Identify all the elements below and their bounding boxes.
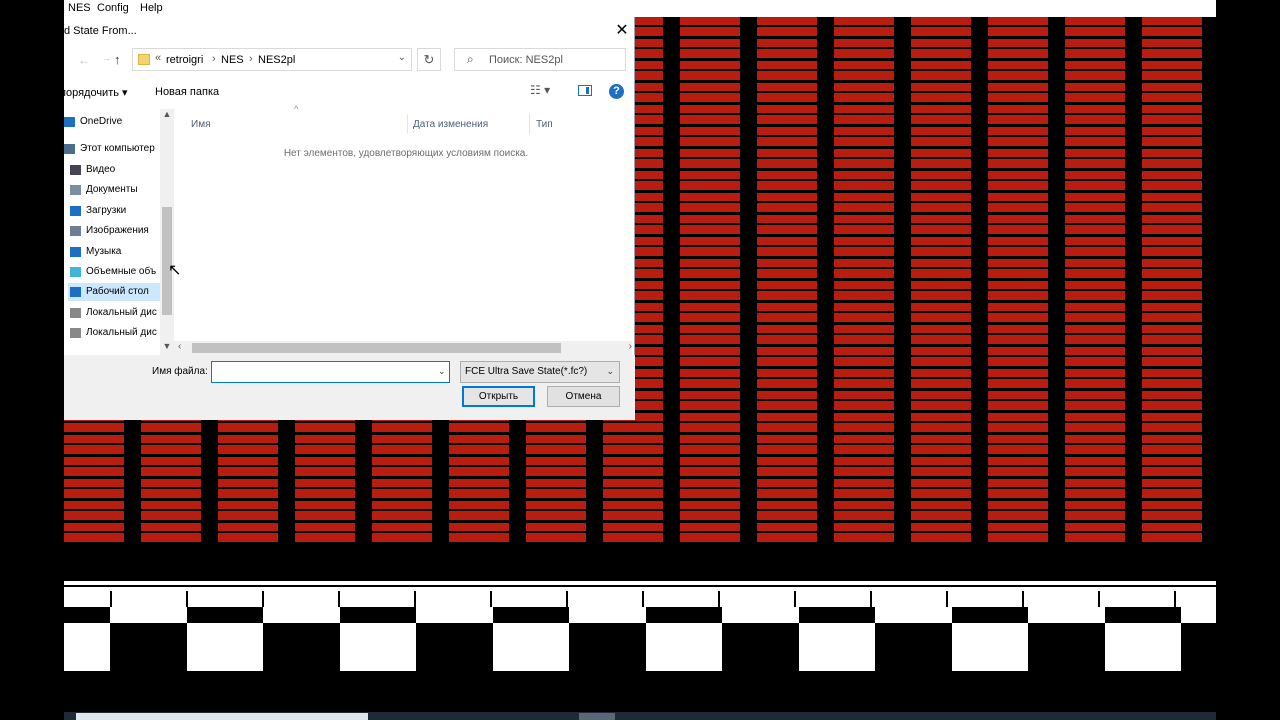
nav-item[interactable]: Музыка bbox=[64, 243, 174, 261]
sort-ascending-icon: ^ bbox=[294, 104, 299, 114]
nav-item[interactable]: OneDrive bbox=[64, 113, 174, 131]
nav-item-label: Видео bbox=[86, 164, 116, 175]
scroll-left-icon[interactable]: ‹ bbox=[178, 341, 181, 352]
cancel-button[interactable]: Отмена bbox=[547, 386, 620, 407]
local-disk-icon bbox=[70, 328, 81, 338]
nav-item-label: Объемные объ bbox=[86, 266, 157, 277]
nav-item-label: Загрузки bbox=[86, 205, 127, 216]
folder-icon bbox=[138, 54, 150, 65]
column-name[interactable]: Имя bbox=[191, 119, 210, 130]
menu-config[interactable]: Config bbox=[97, 2, 129, 14]
documents-icon bbox=[70, 185, 81, 195]
checker-row bbox=[64, 607, 1216, 623]
empty-folder-message: Нет элементов, удовлетворяющих условиям … bbox=[283, 148, 529, 159]
filetype-select[interactable]: FCE Ultra Save State(*.fc?) ⌄ bbox=[460, 361, 620, 383]
organize-button[interactable]: порядочить ▾ bbox=[60, 86, 128, 99]
scroll-down-icon[interactable]: ▼ bbox=[160, 341, 174, 355]
scrollbar-thumb[interactable] bbox=[192, 343, 561, 353]
scroll-right-icon[interactable]: › bbox=[629, 341, 632, 352]
computer-icon bbox=[64, 144, 75, 154]
dialog-title: d State From... bbox=[64, 25, 137, 37]
downloads-icon bbox=[70, 206, 81, 216]
filename-input[interactable] bbox=[211, 361, 450, 383]
nav-item[interactable]: Локальный дис bbox=[64, 304, 174, 322]
refresh-icon[interactable]: ↻ bbox=[417, 48, 441, 71]
preview-pane-icon[interactable] bbox=[578, 85, 592, 96]
help-icon[interactable]: ? bbox=[609, 84, 624, 99]
nav-item[interactable]: Загрузки bbox=[64, 202, 174, 220]
nav-item-label: Этот компьютер bbox=[80, 143, 155, 154]
nav-item-label: Изображения bbox=[86, 225, 149, 236]
nav-item[interactable]: Документы bbox=[64, 181, 174, 199]
scroll-up-icon[interactable]: ▲ bbox=[160, 109, 174, 123]
nav-item[interactable]: Объемные объ bbox=[64, 263, 174, 281]
search-icon: ⌕ bbox=[467, 52, 474, 66]
chevron-down-icon[interactable]: ⌄ bbox=[438, 366, 446, 377]
white-stripe bbox=[64, 581, 1216, 585]
file-list[interactable]: ^ Имя Дата изменения Тип Нет элементов, … bbox=[174, 104, 632, 355]
nav-item-label: Документы bbox=[86, 184, 138, 195]
chevron-right-icon[interactable]: › bbox=[212, 53, 216, 65]
nav-item-label: Рабочий стол bbox=[86, 286, 149, 297]
forward-arrow-icon[interactable]: → bbox=[102, 53, 114, 63]
view-options-icon[interactable]: ☷ ▾ bbox=[530, 83, 550, 97]
horizontal-scrollbar[interactable]: ‹ › bbox=[174, 341, 632, 355]
nav-item[interactable]: Локальный дис bbox=[64, 324, 174, 342]
mouse-cursor-icon: ↖ bbox=[168, 262, 182, 279]
column-date-modified[interactable]: Дата изменения bbox=[413, 119, 488, 130]
column-type[interactable]: Тип bbox=[536, 119, 553, 130]
local-disk-icon bbox=[70, 308, 81, 318]
address-overflow-chevron[interactable]: « bbox=[155, 52, 161, 64]
chevron-right-icon[interactable]: › bbox=[249, 53, 253, 65]
search-input[interactable]: ⌕ Поиск: NES2pl bbox=[454, 48, 626, 71]
address-bar[interactable]: « retroigri › NES › NES2pl ⌄ bbox=[132, 48, 412, 71]
nav-item-label: Музыка bbox=[86, 246, 122, 257]
filetype-value: FCE Ultra Save State(*.fc?) bbox=[465, 366, 588, 377]
nav-item-label: OneDrive bbox=[80, 116, 123, 127]
nav-item[interactable]: Изображения bbox=[64, 222, 174, 240]
back-arrow-icon[interactable]: ← bbox=[78, 53, 90, 67]
menu-help[interactable]: Help bbox=[140, 2, 163, 14]
close-icon[interactable]: ✕ bbox=[610, 19, 634, 43]
breadcrumb-retroigri[interactable]: retroigri bbox=[166, 54, 203, 66]
navigation-pane: OneDrive Этот компьютер Видео Документы Загр… bbox=[64, 109, 174, 353]
taskbar-app[interactable] bbox=[579, 713, 615, 720]
up-arrow-icon[interactable]: ↑ bbox=[114, 52, 128, 67]
nav-item[interactable]: Видео bbox=[64, 161, 174, 179]
column-divider[interactable] bbox=[529, 114, 530, 134]
screen: NES Config Help d State From... ✕ ← → ↑ … bbox=[0, 0, 1280, 720]
dialog-footer: Имя файла: ⌄ FCE Ultra Save State(*.fc?)… bbox=[64, 355, 635, 420]
search-placeholder: Поиск: NES2pl bbox=[489, 54, 563, 66]
emulator-menubar: NES Config Help bbox=[64, 0, 1216, 17]
checker-row bbox=[64, 591, 1216, 607]
column-divider[interactable] bbox=[407, 114, 408, 134]
open-button[interactable]: Открыть bbox=[462, 386, 535, 407]
nav-item[interactable]: Рабочий стол bbox=[68, 283, 160, 301]
3d-objects-icon bbox=[70, 267, 81, 277]
menu-nes[interactable]: NES bbox=[68, 2, 91, 14]
taskbar bbox=[64, 712, 1216, 720]
taskbar-search[interactable] bbox=[76, 713, 368, 720]
images-icon bbox=[70, 226, 81, 236]
breadcrumb-nes2pl[interactable]: NES2pl bbox=[258, 54, 295, 66]
checker-row bbox=[64, 623, 1216, 671]
nav-scrollbar[interactable]: ▲ ▼ bbox=[160, 109, 174, 355]
nav-item-label: Локальный дис bbox=[86, 327, 157, 338]
desktop-icon bbox=[70, 287, 81, 297]
chevron-down-icon[interactable]: ⌄ bbox=[606, 366, 614, 377]
filename-label: Имя файла: bbox=[152, 366, 208, 377]
open-file-dialog: d State From... ✕ ← → ↑ « retroigri › NE… bbox=[60, 17, 635, 420]
nav-item-label: Локальный дис bbox=[86, 307, 157, 318]
nav-item[interactable]: Этот компьютер bbox=[64, 140, 174, 158]
video-icon bbox=[70, 165, 81, 175]
onedrive-icon bbox=[64, 117, 75, 127]
breadcrumb-nes[interactable]: NES bbox=[221, 54, 244, 66]
chevron-down-icon[interactable]: ⌄ bbox=[398, 52, 406, 63]
music-icon bbox=[70, 247, 81, 257]
new-folder-button[interactable]: Новая папка bbox=[155, 86, 219, 98]
